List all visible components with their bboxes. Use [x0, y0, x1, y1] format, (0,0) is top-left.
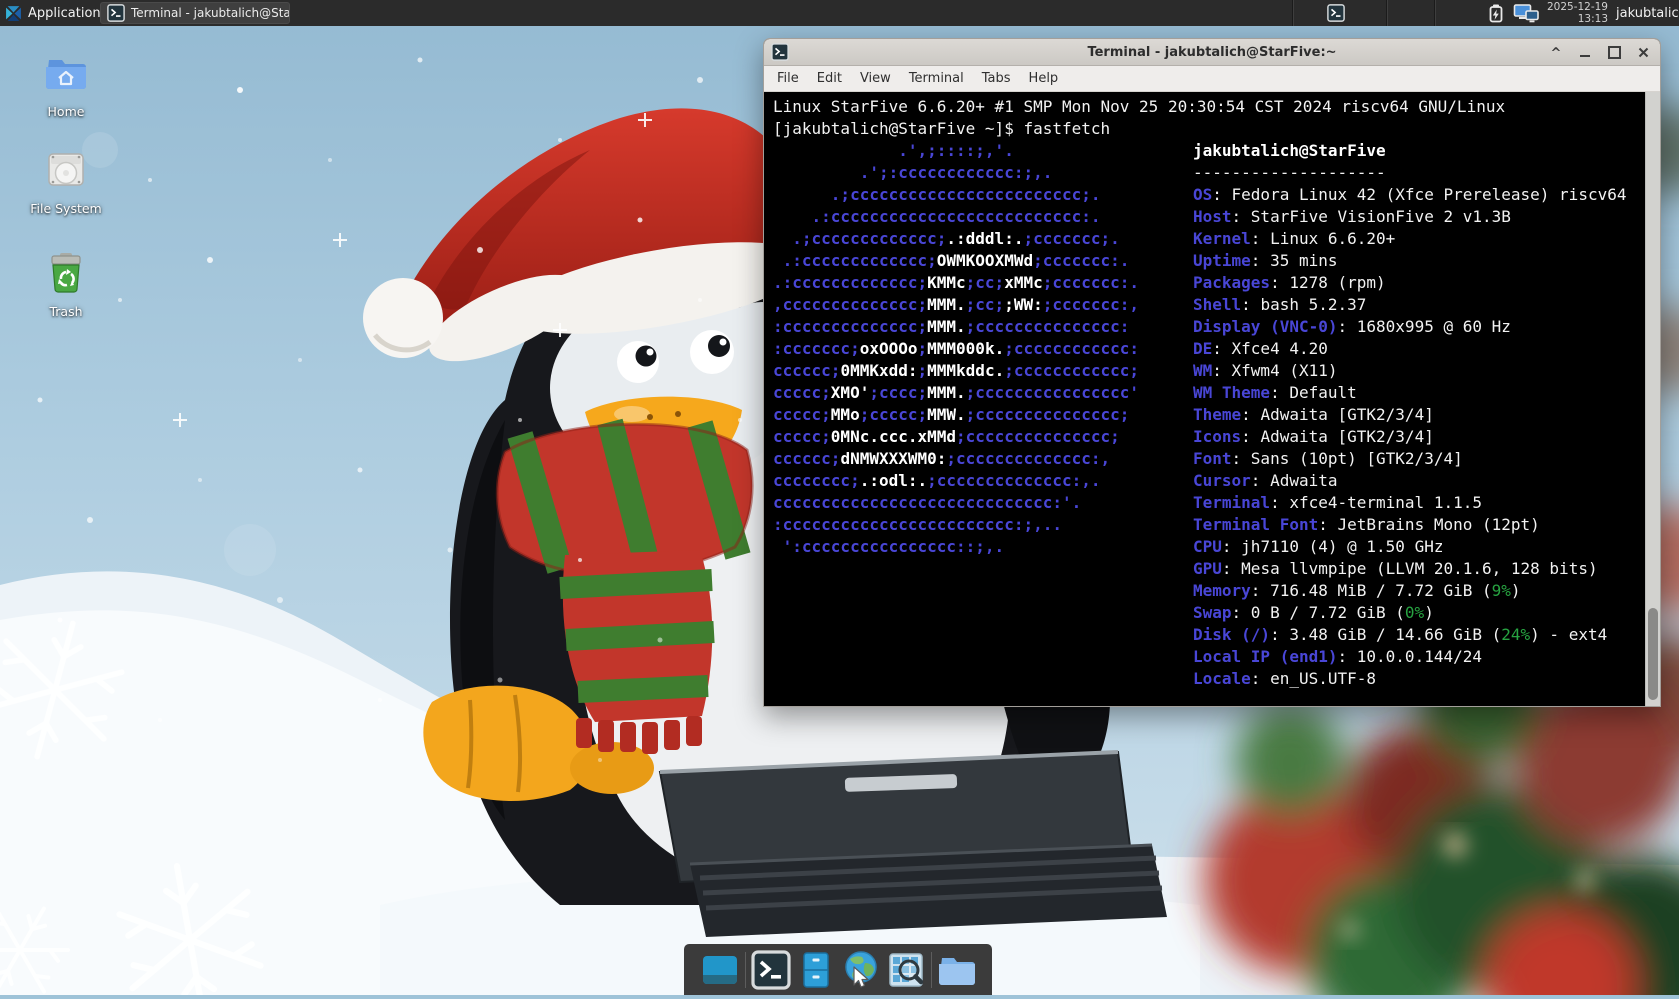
menubar: FileEditViewTerminalTabsHelp	[764, 66, 1660, 92]
terminal-line: [jakubtalich@StarFive ~]$ fastfetch	[773, 118, 1645, 140]
top-panel: Applications Terminal - jakubtalich@Sta.…	[0, 0, 1679, 26]
terminal-line: jakubtalich@StarFive	[1193, 140, 1626, 162]
menu-item-file[interactable]: File	[768, 68, 808, 89]
dock-launcher-folder[interactable]	[937, 950, 977, 990]
terminal-icon	[751, 950, 791, 990]
terminal-line: Terminal: xfce4-terminal 1.1.5	[1193, 492, 1626, 514]
terminal-line: Kernel: Linux 6.6.20+	[1193, 228, 1626, 250]
menu-item-view[interactable]: View	[851, 68, 900, 89]
shade-icon[interactable]: ^	[1549, 43, 1563, 61]
terminal-line: WM Theme: Default	[1193, 382, 1626, 404]
applications-menu-icon	[5, 5, 22, 22]
menu-item-edit[interactable]: Edit	[808, 68, 851, 89]
dock-launcher-show-desktop[interactable]	[700, 950, 740, 990]
menu-item-help[interactable]: Help	[1020, 68, 1068, 89]
terminal-line: Terminal Font: JetBrains Mono (12pt)	[1193, 514, 1626, 536]
window-controls: ^	[1549, 39, 1650, 65]
clock[interactable]: 2025-12-19 13:13	[1546, 1, 1608, 25]
terminal-line: Disk (/): 3.48 GiB / 14.66 GiB (24%) - e…	[1193, 624, 1626, 646]
terminal-line: Locale: en_US.UTF-8	[1193, 668, 1626, 690]
terminal-window[interactable]: Terminal - jakubtalich@StarFive:~ ^ File…	[763, 38, 1661, 707]
desktop-icon-file-system[interactable]: File System	[22, 147, 110, 216]
taskbar-window-button[interactable]: Terminal - jakubtalich@Sta...	[100, 2, 290, 24]
menu-item-tabs[interactable]: Tabs	[973, 68, 1020, 89]
dock-launcher-file-cabinet[interactable]	[796, 950, 836, 990]
menu-item-terminal[interactable]: Terminal	[900, 68, 973, 89]
terminal-line: Cursor: Adwaita	[1193, 470, 1626, 492]
terminal-scrollbar[interactable]	[1645, 92, 1660, 706]
terminal-line: Font: Sans (10pt) [GTK2/3/4]	[1193, 448, 1626, 470]
terminal-line: Packages: 1278 (rpm)	[1193, 272, 1626, 294]
clock-date: 2025-12-19	[1546, 1, 1608, 13]
terminal-line: Shell: bash 5.2.37	[1193, 294, 1626, 316]
tray-terminal-icon[interactable]	[1325, 3, 1347, 23]
panel-separator	[1386, 0, 1387, 26]
terminal-line: Host: StarFive VisionFive 2 v1.3B	[1193, 206, 1626, 228]
terminal-line: Linux StarFive 6.6.20+ #1 SMP Mon Nov 25…	[773, 96, 1645, 118]
dock	[684, 944, 992, 995]
terminal-header-lines: Linux StarFive 6.6.20+ #1 SMP Mon Nov 25…	[773, 96, 1645, 140]
dock-launcher-application-finder[interactable]	[886, 950, 926, 990]
terminal-line: Display (VNC-0): 1680x995 @ 60 Hz	[1193, 316, 1626, 338]
terminal-icon	[771, 43, 789, 61]
panel-separator	[1292, 0, 1293, 26]
dock-separator	[745, 952, 746, 988]
clock-time: 13:13	[1546, 13, 1608, 25]
panel-separator	[1434, 0, 1435, 26]
terminal-line: Theme: Adwaita [GTK2/3/4]	[1193, 404, 1626, 426]
username-label: jakubtalich	[1616, 0, 1679, 26]
desktop-icon-label: Home	[22, 104, 110, 119]
taskbar-window-label: Terminal - jakubtalich@Sta...	[131, 6, 290, 20]
terminal-line: --------------------	[1193, 162, 1626, 184]
window-title: Terminal - jakubtalich@StarFive:~	[764, 45, 1660, 60]
file-cabinet-icon	[796, 950, 836, 990]
application-finder-icon	[886, 950, 926, 990]
folder-icon	[937, 950, 977, 990]
terminal-line: Uptime: 35 mins	[1193, 250, 1626, 272]
dock-launcher-terminal[interactable]	[751, 950, 791, 990]
terminal-line: WM: Xfwm4 (X11)	[1193, 360, 1626, 382]
terminal-line: Icons: Adwaita [GTK2/3/4]	[1193, 426, 1626, 448]
applications-label: Applications	[28, 6, 107, 21]
desktop-icon-label: File System	[22, 201, 110, 216]
maximize-icon[interactable]	[1607, 44, 1621, 60]
home-folder-icon	[43, 81, 89, 100]
displays-icon[interactable]	[1513, 3, 1541, 27]
hard-drive-icon	[43, 178, 89, 197]
window-titlebar[interactable]: Terminal - jakubtalich@StarFive:~ ^	[764, 39, 1660, 66]
terminal-content[interactable]: Linux StarFive 6.6.20+ #1 SMP Mon Nov 25…	[764, 92, 1645, 706]
dock-launcher-web-browser[interactable]	[841, 950, 881, 990]
terminal-line: GPU: Mesa llvmpipe (LLVM 20.1.6, 128 bit…	[1193, 558, 1626, 580]
dock-separator	[931, 952, 932, 988]
fastfetch-info: jakubtalich@StarFive--------------------…	[1193, 140, 1626, 690]
close-icon[interactable]	[1636, 44, 1650, 60]
minimize-icon[interactable]	[1578, 44, 1592, 60]
desktop-icon-label: Trash	[22, 304, 110, 319]
terminal-icon	[107, 4, 125, 22]
trash-icon	[43, 281, 89, 300]
terminal-line: Memory: 716.48 MiB / 7.72 GiB (9%)	[1193, 580, 1626, 602]
terminal-line: Swap: 0 B / 7.72 GiB (0%)	[1193, 602, 1626, 624]
terminal-line: DE: Xfce4 4.20	[1193, 338, 1626, 360]
terminal-line: Local IP (end1): 10.0.0.144/24	[1193, 646, 1626, 668]
desktop-icon-trash[interactable]: Trash	[22, 250, 110, 319]
terminal-line: OS: Fedora Linux 42 (Xfce Prerelease) ri…	[1193, 184, 1626, 206]
show-desktop-icon	[700, 950, 740, 990]
terminal-line: CPU: jh7110 (4) @ 1.50 GHz	[1193, 536, 1626, 558]
scrollbar-thumb[interactable]	[1648, 608, 1658, 700]
battery-icon[interactable]	[1486, 3, 1506, 27]
web-browser-icon	[841, 950, 881, 990]
desktop-icon-home[interactable]: Home	[22, 50, 110, 119]
